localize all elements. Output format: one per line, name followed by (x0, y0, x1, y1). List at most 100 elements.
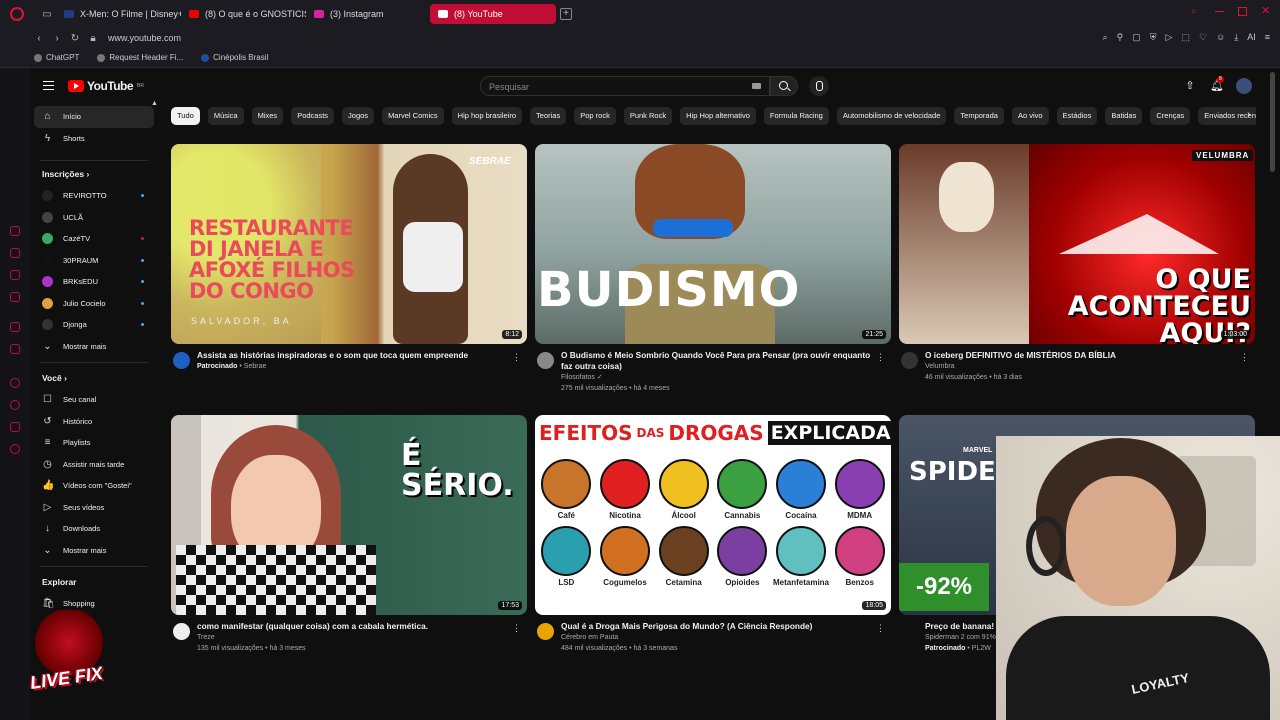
sidebar-item-subscription[interactable]: Djonga (34, 314, 154, 336)
video-title[interactable]: como manifestar (qualquer coisa) com a c… (197, 621, 527, 632)
sidebar-item-you[interactable]: ◷ Assistir mais tarde (34, 454, 154, 476)
maximize-button[interactable] (1238, 7, 1247, 16)
heart-icon[interactable]: ♡ (1199, 32, 1207, 43)
search-button[interactable] (770, 76, 798, 96)
video-title[interactable]: O Budismo é Meio Sombrio Quando Você Par… (561, 350, 891, 372)
filter-chip[interactable]: Punk Rock (623, 107, 673, 125)
video-card[interactable]: VELUMBRA O QUE ACONTECEU AQUI? 1:03:00 O… (899, 144, 1255, 410)
opera-logo-icon[interactable] (10, 7, 24, 21)
hamburger-menu-icon[interactable] (43, 81, 54, 90)
browser-tab[interactable]: (3) Instagram (306, 4, 430, 24)
filter-chip[interactable]: Pop rock (574, 107, 616, 125)
advertiser-name[interactable]: PL2W (972, 645, 991, 652)
video-card[interactable]: É SÉRIO. 17:53 como manifestar (qualquer… (171, 415, 527, 681)
channel-avatar[interactable] (537, 623, 554, 640)
bookmark-cinepolis[interactable]: Cinépolis Brasil (201, 53, 268, 62)
player-icon[interactable] (10, 378, 20, 388)
ai-button[interactable]: AI (1247, 32, 1256, 43)
sidebar-item-subscription[interactable]: Julio Cocielo (34, 293, 154, 315)
more-options-icon[interactable]: ⋮ (876, 623, 885, 634)
back-icon[interactable]: ‹ (30, 33, 48, 44)
channel-avatar[interactable] (537, 352, 554, 369)
sidebar-app-icon[interactable] (10, 292, 20, 302)
profile-icon[interactable]: ☺ (1216, 32, 1225, 43)
zoom-icon[interactable]: ⌕ (1103, 32, 1108, 43)
sidebar-item-you[interactable]: ▷ Seus vídeos (34, 497, 154, 519)
filter-chip[interactable]: Crenças (1150, 107, 1191, 125)
video-title[interactable]: O iceberg DEFINITIVO de MISTÉRIOS DA BÍB… (925, 350, 1255, 361)
video-thumbnail[interactable]: EFEITOS DAS DROGAS EXPLICADAS Café Nicoti… (535, 415, 891, 615)
search-tabs-icon[interactable]: ⌕ (1191, 7, 1201, 17)
snapshot-icon[interactable]: ▢ (1132, 32, 1141, 43)
sidebar-item-subscription[interactable]: UCLÃ (34, 207, 154, 229)
more-options-icon[interactable]: ⋮ (512, 352, 521, 363)
search-input[interactable]: Pesquisar (480, 76, 770, 96)
sidebar-app-icon[interactable] (10, 344, 20, 354)
browser-tab[interactable]: (8) O que é o GNOSTICISMO? (181, 4, 306, 24)
sidebar-item-you[interactable]: ☐ Seu canal (34, 389, 154, 411)
video-thumbnail[interactable]: VELUMBRA O QUE ACONTECEU AQUI? 1:03:00 (899, 144, 1255, 344)
avatar[interactable] (1236, 78, 1252, 94)
sidebar-item-subscription[interactable]: 30PRAUM (34, 250, 154, 272)
video-thumbnail[interactable]: BUDISMO 21:25 (535, 144, 891, 344)
sidebar-item-you[interactable]: 👍 Vídeos com "Gostei" (34, 475, 154, 497)
sidebar-item-shorts[interactable]: ϟ Shorts (34, 128, 154, 150)
video-card[interactable]: BUDISMO 21:25 O Budismo é Meio Sombrio Q… (535, 144, 891, 410)
bookmark-request-header[interactable]: Request Header Fi... (97, 53, 183, 62)
history-icon[interactable] (10, 400, 20, 410)
browser-tab[interactable]: X-Men: O Filme | Disney+ (56, 4, 181, 24)
new-tab-button[interactable]: + (560, 8, 572, 20)
sidebar-item-subscription[interactable]: CazéTV (34, 228, 154, 250)
settings-icon[interactable] (10, 444, 20, 454)
filter-chip[interactable]: Música (207, 107, 244, 125)
video-title[interactable]: Assista as histórias inspiradoras e o so… (197, 350, 527, 361)
extensions-icon[interactable]: ⬚ (1181, 32, 1190, 43)
sidebar-item-home[interactable]: ⌂ Início (34, 106, 154, 128)
sidebar-app-icon[interactable] (10, 226, 20, 236)
video-thumbnail[interactable]: É SÉRIO. 17:53 (171, 415, 527, 615)
sidebar-item-you[interactable]: ≡ Playlists (34, 432, 154, 454)
twitch-icon[interactable] (10, 322, 20, 332)
filter-chip[interactable]: Ao vivo (1011, 107, 1049, 125)
bookmark-chatgpt[interactable]: ChatGPT (34, 53, 79, 62)
filter-chip[interactable]: Tudo (171, 107, 200, 125)
bell-icon[interactable]: 🔔︎ 8 (1210, 76, 1224, 92)
filter-chip[interactable]: Jogos (342, 107, 375, 125)
pin-icon[interactable]: ⚲ (1117, 32, 1124, 43)
youtube-logo[interactable]: YouTube BR (68, 79, 144, 93)
reload-icon[interactable]: ↻ (66, 33, 84, 44)
channel-avatar[interactable] (173, 352, 190, 369)
chevron-right-icon[interactable]: › (1247, 109, 1250, 120)
url-field[interactable]: www.youtube.com (108, 33, 181, 43)
video-card[interactable]: RESTAURANTE DI JANELA E AFOXÉ FILHOS DO … (171, 144, 527, 410)
shield-icon[interactable]: ⛨ (1150, 32, 1157, 43)
keyboard-icon[interactable] (752, 83, 761, 89)
filter-chip[interactable]: Teorias (530, 107, 567, 125)
more-options-icon[interactable]: ⋮ (1240, 352, 1249, 363)
channel-avatar[interactable] (901, 352, 918, 369)
filter-chip[interactable]: Mixes (251, 107, 284, 125)
filter-chip[interactable]: Estádios (1056, 107, 1098, 125)
forward-icon[interactable]: › (48, 33, 66, 44)
workspaces-icon[interactable]: ▭ (38, 9, 56, 20)
filter-chip[interactable]: Batidas (1105, 107, 1143, 125)
minimize-button[interactable] (1215, 7, 1224, 12)
video-card[interactable]: EFEITOS DAS DROGAS EXPLICADAS Café Nicoti… (535, 415, 891, 681)
voice-search-mic-icon[interactable] (809, 76, 829, 96)
filter-chip[interactable]: Automobilismo de velocidade (836, 107, 947, 125)
filter-chip[interactable]: Temporada (954, 107, 1004, 125)
filter-chip[interactable]: Formula Racing (763, 107, 829, 125)
sidebar-item-subscription[interactable]: BRKsEDU (34, 271, 154, 293)
channel-name[interactable]: Sebrae (244, 363, 267, 370)
sidebar-app-icon[interactable] (10, 270, 20, 280)
filter-chip[interactable]: Podcasts (291, 107, 335, 125)
filter-chip[interactable]: Hip Hop alternativo (680, 107, 756, 125)
download-icon[interactable]: ⤓ (1234, 32, 1238, 43)
video-thumbnail[interactable]: RESTAURANTE DI JANELA E AFOXÉ FILHOS DO … (171, 144, 527, 344)
sidebar-item-you[interactable]: ↺ Histórico (34, 411, 154, 433)
close-window-button[interactable]: ✕ (1261, 6, 1270, 17)
channel-name[interactable]: Velumbra (925, 361, 1255, 372)
filter-chip[interactable]: Marvel Comics (382, 107, 444, 125)
more-options-icon[interactable]: ⋮ (512, 623, 521, 634)
more-options-icon[interactable]: ⋮ (876, 352, 885, 363)
